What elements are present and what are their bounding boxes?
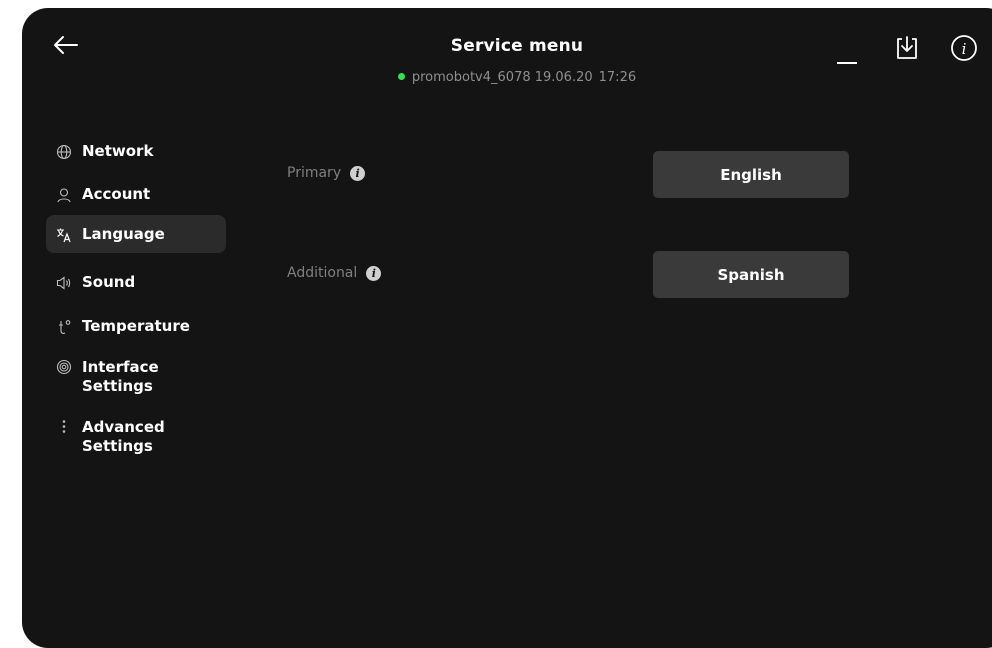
sidebar-item-sound[interactable]: Sound [46, 267, 246, 297]
status-time: 17:26 [598, 70, 637, 85]
robot-status: promobotv4_6078 19.06.20 17:26 [22, 70, 992, 85]
sidebar-item-account[interactable]: Account [46, 179, 246, 209]
download-icon[interactable] [894, 34, 920, 62]
sidebar-item-language[interactable]: Language [46, 215, 226, 253]
translate-icon [57, 228, 71, 242]
sidebar-item-label: Language [82, 224, 165, 243]
info-icon[interactable]: i [950, 34, 978, 62]
minimize-icon[interactable] [834, 40, 860, 66]
globe-icon [56, 144, 72, 159]
sidebar-item-label: Interface Settings [82, 358, 159, 395]
svg-text:i: i [962, 40, 967, 58]
settings-icon [56, 359, 72, 375]
robot-id-date: promobotv4_6078 19.06.20 [411, 70, 593, 85]
sidebar-item-temperature[interactable]: Temperature [46, 311, 246, 341]
sidebar-item-label: Advanced Settings [82, 418, 165, 455]
primary-label-text: Primary [287, 165, 342, 181]
service-menu-screen: Service menu promobotv4_6078 19.06.20 17:… [22, 8, 992, 648]
user-icon [57, 187, 71, 202]
primary-language-label: Primary i [287, 165, 366, 181]
additional-label-text: Additional [287, 265, 358, 281]
primary-info-icon[interactable]: i [350, 165, 366, 181]
speaker-icon [56, 275, 71, 290]
sidebar-item-advanced-settings[interactable]: Advanced Settings [46, 418, 246, 458]
sidebar-item-label: Account [82, 184, 151, 203]
thermometer-icon [59, 319, 71, 334]
sidebar-item-label: Sound [82, 272, 136, 291]
sidebar-item-network[interactable]: Network [46, 136, 246, 166]
sidebar-item-label: Temperature [82, 316, 190, 335]
additional-language-label: Additional i [287, 265, 382, 281]
primary-language-button[interactable]: English [653, 151, 849, 198]
online-status-dot [397, 73, 405, 80]
sidebar-item-label: Network [82, 141, 154, 160]
sidebar-item-interface-settings[interactable]: Interface Settings [46, 358, 246, 398]
additional-info-icon[interactable]: i [366, 265, 382, 281]
more-vertical-icon [62, 420, 66, 433]
additional-language-button[interactable]: Spanish [653, 251, 849, 298]
